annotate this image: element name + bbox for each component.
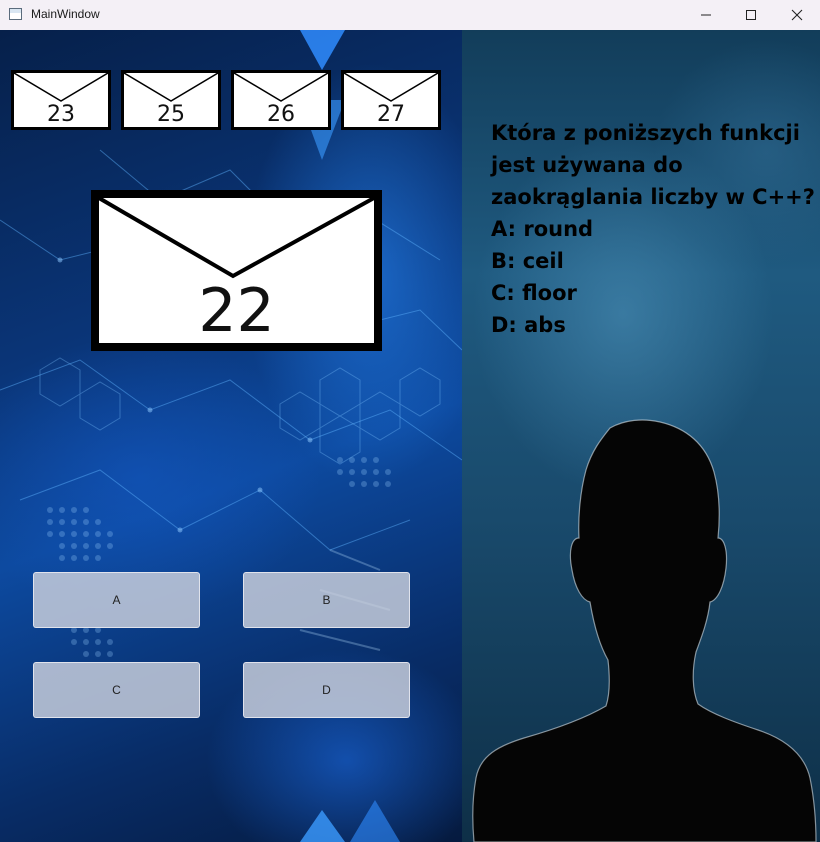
answer-option-a: A: round — [491, 217, 594, 241]
tech-network-decoration — [0, 30, 462, 842]
main-window: MainWindow 23 25 26 27 22 Która z poniżs… — [0, 0, 820, 842]
window-title: MainWindow — [31, 7, 100, 21]
answer-option-b: B: ceil — [491, 249, 564, 273]
close-icon — [791, 9, 803, 21]
envelope-upcoming-2[interactable]: 25 — [121, 70, 221, 130]
envelope-upcoming-3[interactable]: 26 — [231, 70, 331, 130]
envelope-number: 26 — [267, 102, 295, 127]
answer-b-button[interactable]: B — [243, 572, 410, 628]
answer-option-c: C: floor — [491, 281, 577, 305]
envelope-number: 27 — [377, 102, 405, 127]
game-background-left — [0, 30, 462, 842]
envelope-upcoming-4[interactable]: 27 — [341, 70, 441, 130]
maximize-button[interactable] — [728, 0, 774, 30]
question-text-line: jest używana do — [491, 153, 683, 177]
answer-option-d: D: abs — [491, 313, 566, 337]
answer-a-button[interactable]: A — [33, 572, 200, 628]
envelope-current-number: 22 — [198, 276, 275, 346]
minimize-button[interactable] — [683, 0, 729, 30]
close-button[interactable] — [774, 0, 820, 30]
minimize-icon — [701, 14, 711, 16]
envelope-current: 22 — [91, 190, 382, 351]
title-bar[interactable]: MainWindow — [0, 0, 820, 30]
window-app-icon — [9, 8, 22, 20]
answer-d-button[interactable]: D — [243, 662, 410, 718]
question-text-line: Która z poniższych funkcji — [491, 121, 800, 145]
envelope-number: 25 — [157, 102, 185, 127]
question-text-line: zaokrąglania liczby w C++? — [491, 185, 815, 209]
question-panel: Która z poniższych funkcji jest używana … — [491, 117, 816, 341]
answer-c-button[interactable]: C — [33, 662, 200, 718]
envelope-upcoming-1[interactable]: 23 — [11, 70, 111, 130]
maximize-icon — [746, 10, 756, 20]
envelope-number: 23 — [47, 102, 75, 127]
